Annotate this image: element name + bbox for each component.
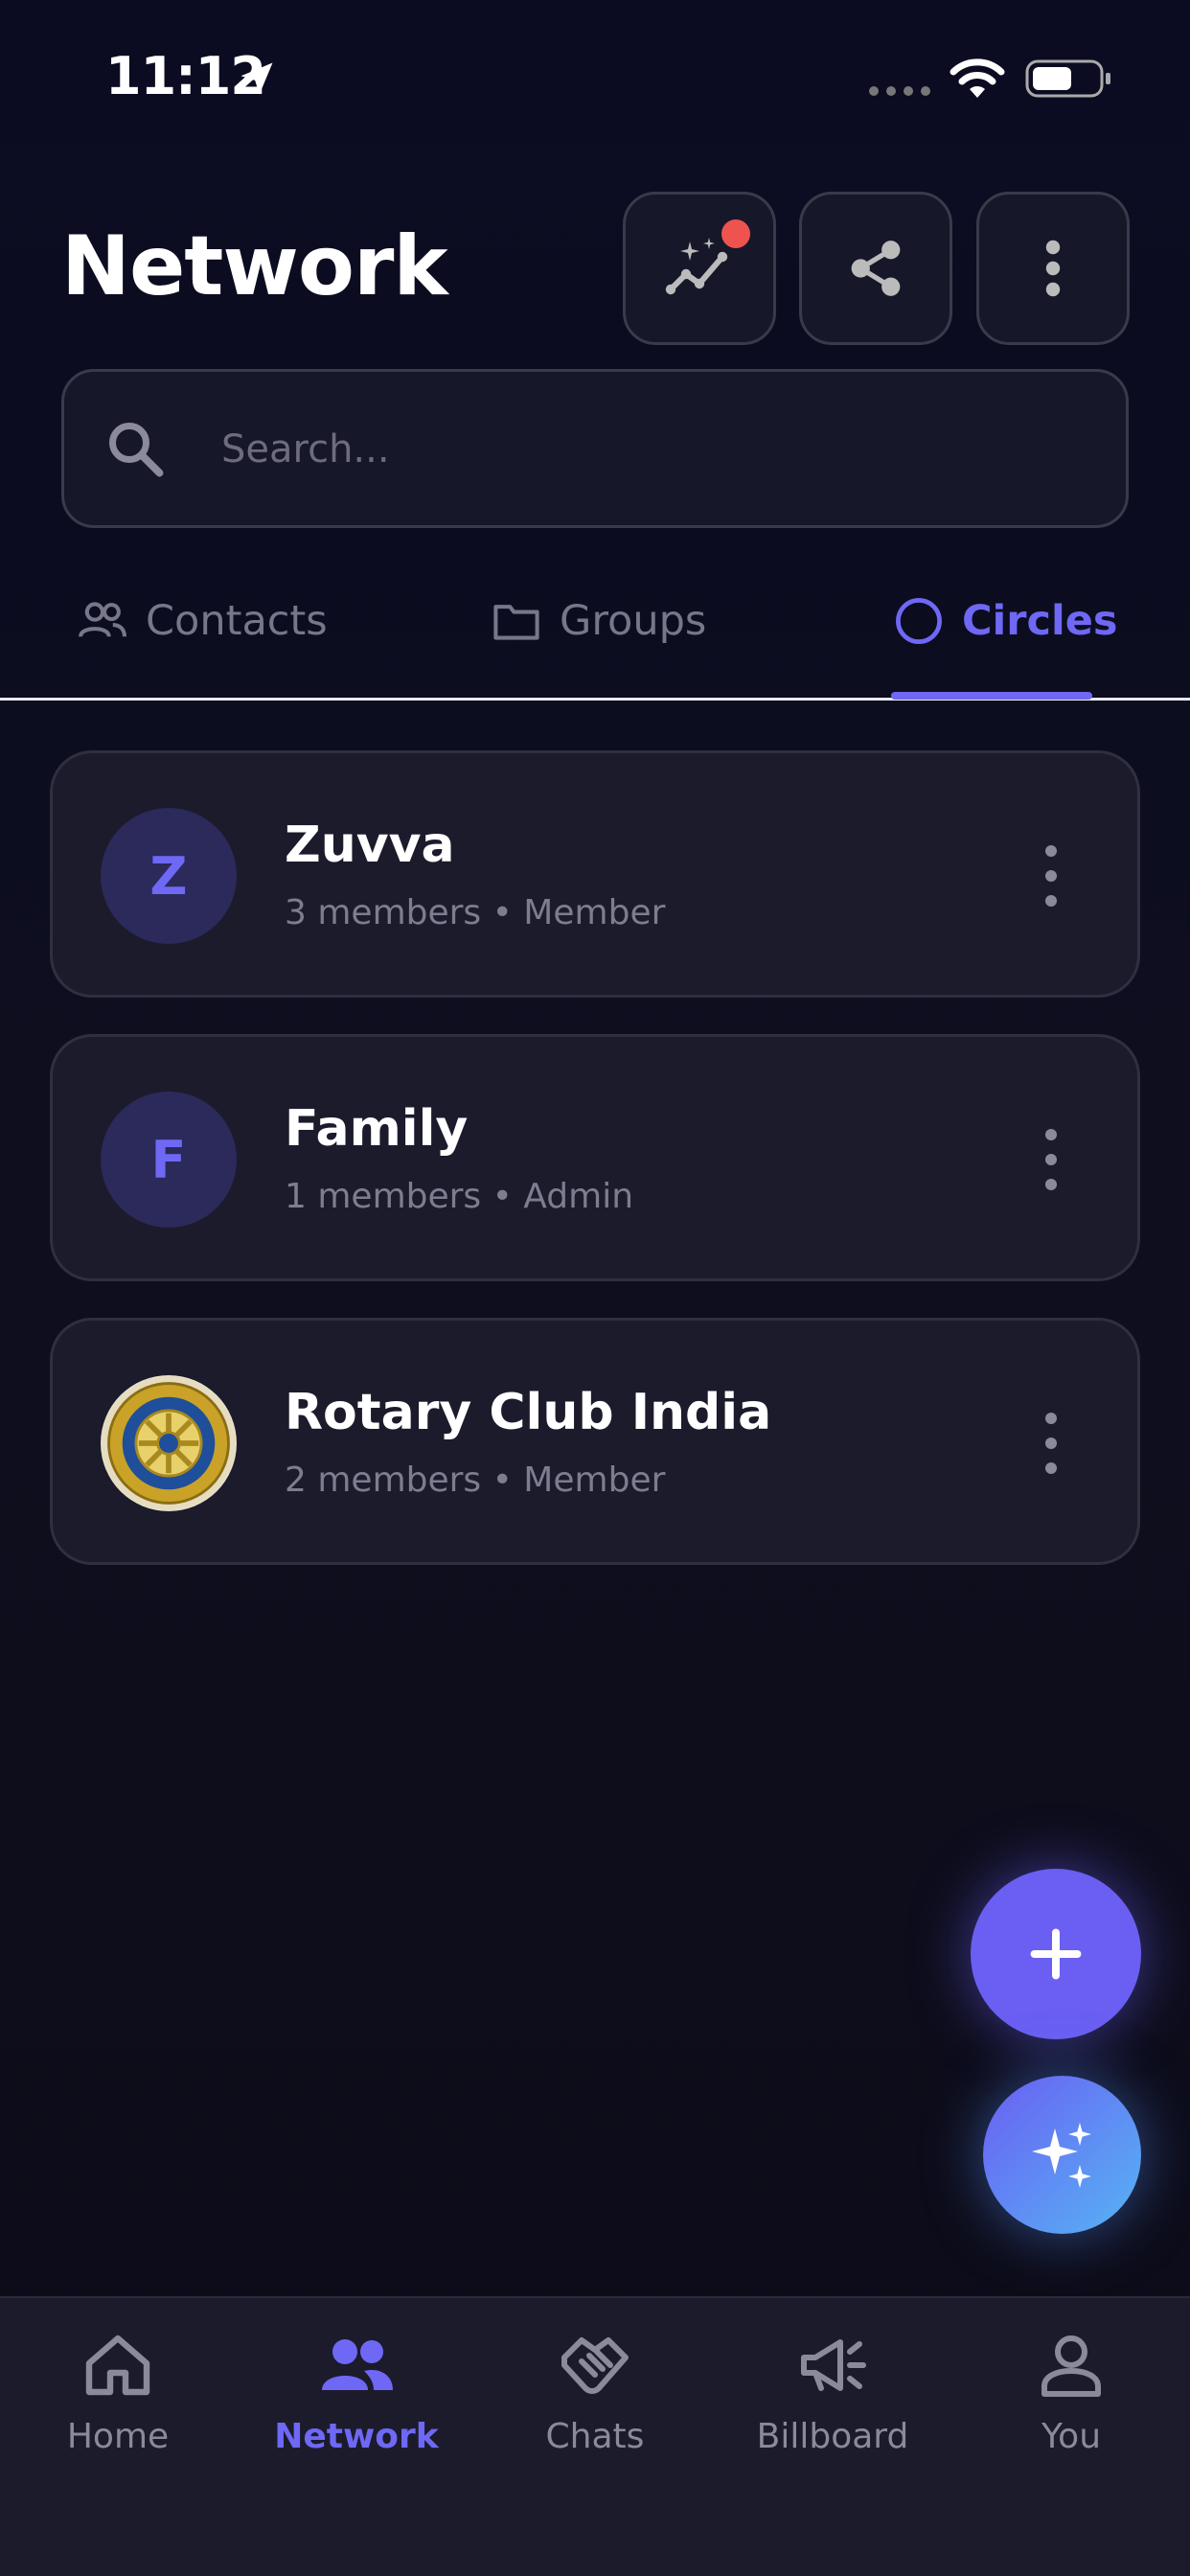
rotary-logo-icon bbox=[102, 1376, 236, 1510]
circle-card-rotary[interactable]: Rotary Club India 2 members • Member bbox=[50, 1318, 1140, 1565]
more-vertical-icon bbox=[1045, 240, 1061, 297]
cellular-signal-icon bbox=[869, 86, 930, 96]
tab-groups[interactable]: Groups bbox=[491, 558, 706, 684]
search-box[interactable] bbox=[61, 369, 1129, 528]
active-tab-indicator bbox=[891, 692, 1092, 700]
add-circle-button[interactable] bbox=[971, 1869, 1141, 2039]
rotary-logo bbox=[101, 1375, 237, 1511]
plus-icon bbox=[1030, 1928, 1082, 1980]
nav-network[interactable]: Network bbox=[251, 2327, 462, 2471]
nav-chats-label: Chats bbox=[545, 2417, 645, 2456]
insights-button[interactable] bbox=[623, 192, 776, 345]
search-icon bbox=[109, 423, 164, 477]
circle-name: Family bbox=[285, 1100, 469, 1158]
tab-groups-label: Groups bbox=[560, 597, 707, 645]
nav-chats[interactable]: Chats bbox=[490, 2327, 700, 2471]
nav-billboard[interactable]: Billboard bbox=[727, 2327, 938, 2471]
tab-circles[interactable]: Circles bbox=[893, 558, 1118, 684]
ai-assistant-button[interactable] bbox=[983, 2076, 1141, 2234]
more-vertical-icon[interactable] bbox=[1032, 1413, 1070, 1474]
circle-card-family[interactable]: F Family 1 members • Admin bbox=[50, 1034, 1140, 1281]
location-arrow-icon bbox=[240, 62, 273, 95]
more-options-button[interactable] bbox=[976, 192, 1130, 345]
network-screen: 11:12 Network Search... Contacts Groups … bbox=[0, 0, 1190, 2576]
more-vertical-icon[interactable] bbox=[1032, 1129, 1070, 1190]
nav-home[interactable]: Home bbox=[12, 2327, 223, 2471]
people-icon bbox=[322, 2339, 393, 2390]
avatar: F bbox=[101, 1092, 237, 1228]
battery-icon bbox=[1025, 59, 1110, 98]
circle-subtitle: 2 members • Member bbox=[285, 1460, 666, 1500]
share-button[interactable] bbox=[799, 192, 952, 345]
page-title: Network bbox=[61, 218, 448, 314]
notification-dot bbox=[721, 219, 750, 248]
person-icon bbox=[1041, 2335, 1101, 2397]
wifi-icon bbox=[950, 58, 1005, 98]
tab-contacts[interactable]: Contacts bbox=[77, 558, 328, 684]
sparkles-icon bbox=[1031, 2122, 1091, 2188]
people-icon bbox=[79, 602, 126, 637]
bottom-navigation: Home Network Chats Billboard You bbox=[0, 2296, 1190, 2576]
status-bar: 11:12 bbox=[0, 0, 1190, 153]
nav-network-label: Network bbox=[274, 2417, 439, 2456]
handshake-icon bbox=[561, 2337, 629, 2394]
share-icon bbox=[851, 241, 901, 296]
circle-card-zuvva[interactable]: Z Zuvva 3 members • Member bbox=[50, 750, 1140, 998]
folder-icon bbox=[493, 605, 539, 640]
tab-bar: Contacts Groups Circles bbox=[0, 575, 1190, 702]
nav-you-label: You bbox=[1041, 2417, 1102, 2456]
circle-name: Rotary Club India bbox=[285, 1384, 772, 1441]
circle-icon bbox=[896, 598, 942, 644]
nav-home-label: Home bbox=[66, 2417, 170, 2456]
nav-billboard-label: Billboard bbox=[756, 2417, 909, 2456]
circle-subtitle: 1 members • Admin bbox=[285, 1177, 634, 1216]
circle-name: Zuvva bbox=[285, 816, 455, 874]
tab-circles-label: Circles bbox=[962, 597, 1118, 645]
avatar: Z bbox=[101, 808, 237, 944]
home-icon bbox=[85, 2334, 150, 2396]
nav-you[interactable]: You bbox=[966, 2327, 1177, 2471]
search-input[interactable] bbox=[221, 408, 1064, 491]
circle-subtitle: 3 members • Member bbox=[285, 893, 666, 932]
more-vertical-icon[interactable] bbox=[1032, 845, 1070, 907]
tab-contacts-label: Contacts bbox=[146, 597, 328, 645]
megaphone-icon bbox=[801, 2339, 866, 2391]
